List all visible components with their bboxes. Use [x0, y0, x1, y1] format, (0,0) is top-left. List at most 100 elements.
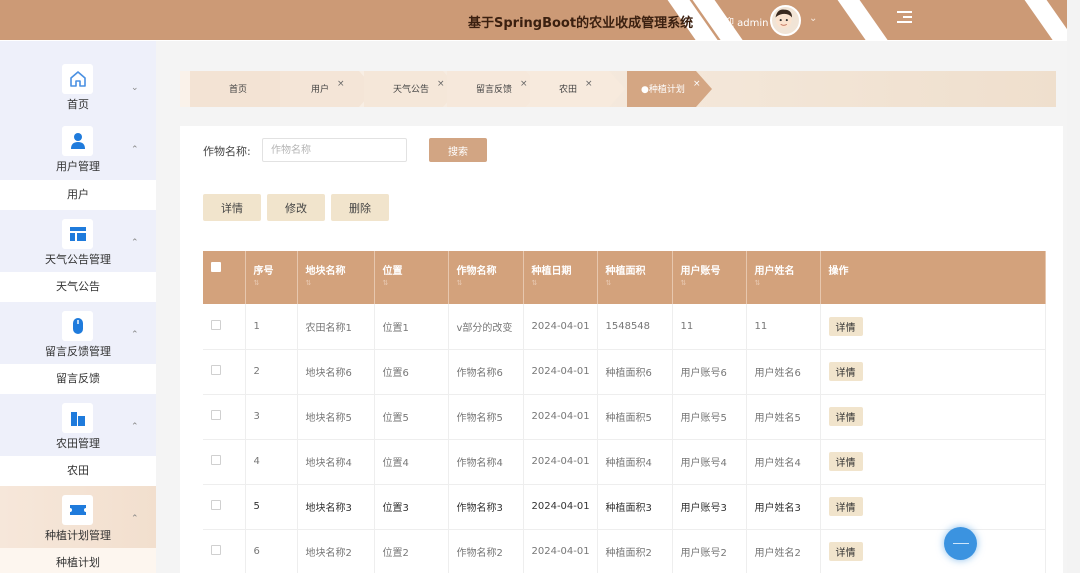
table-row[interactable]: 1 农田名称1 位置1 v部分的改变 2024-04-01 1548548 11…	[203, 304, 1046, 350]
row-checkbox[interactable]	[211, 545, 221, 555]
sidebar-item-user-management[interactable]: 用户管理 ⌃	[0, 117, 156, 186]
crop-name-search-input[interactable]	[262, 138, 407, 162]
table-cell: 作物名称4	[448, 439, 524, 485]
row-detail-button[interactable]: 详情	[828, 316, 863, 336]
user-chevron-down-icon[interactable]: ⌄	[809, 13, 817, 24]
table-cell: 2024-04-01	[523, 529, 598, 573]
sidebar-item-planting-management[interactable]: 种植计划管理 ⌃	[0, 486, 156, 555]
sidebar-subitem-farmland[interactable]: 农田	[0, 456, 156, 486]
chevron-up-icon: ⌃	[131, 330, 139, 340]
column-header[interactable]: 种植面积 ⇅	[597, 251, 673, 304]
table-cell: 5	[245, 484, 298, 530]
row-checkbox[interactable]	[211, 410, 221, 420]
row-checkbox[interactable]	[211, 500, 221, 510]
table-row[interactable]: 6 地块名称2 位置2 作物名称2 2024-04-01 种植面积2 用户账号2…	[203, 529, 1046, 573]
table-cell: 用户账号5	[672, 394, 747, 440]
tab-label: 用户	[311, 85, 330, 95]
table-cell: 作物名称2	[448, 529, 524, 573]
table-header-row: 序号 ⇅ 地块名称 ⇅ 位置 ⇅ 作物名称 ⇅ 种植日期 ⇅ 种植面积 ⇅ 用户账号 ⇅ 用户…	[203, 251, 1046, 304]
row-detail-button[interactable]: 详情	[828, 407, 863, 426]
row-checkbox[interactable]	[211, 455, 221, 465]
sort-icon[interactable]: ⇅	[681, 279, 738, 287]
ticket-icon	[62, 495, 93, 525]
search-button[interactable]: 搜索	[429, 138, 487, 162]
sort-icon[interactable]: ⇅	[383, 279, 440, 287]
sort-icon[interactable]: ⇅	[254, 279, 289, 287]
table-cell: 2	[245, 349, 298, 395]
sidebar-subitem-user[interactable]: 用户	[0, 180, 156, 210]
table-cell: 6	[245, 529, 298, 573]
row-checkbox[interactable]	[211, 319, 221, 330]
table-row[interactable]: 3 地块名称5 位置5 作物名称5 2024-04-01 种植面积5 用户账号5…	[203, 394, 1046, 440]
sidebar-item-weather-management[interactable]: 天气公告管理 ⌃	[0, 210, 156, 279]
row-checkbox[interactable]	[211, 365, 221, 375]
sidebar-subitem-planting[interactable]: 种植计划	[0, 548, 156, 573]
table-cell: 用户账号3	[672, 484, 747, 530]
menu-toggle-icon[interactable]	[897, 11, 912, 25]
table-cell: 用户姓名5	[746, 394, 821, 440]
layout-icon	[62, 219, 93, 249]
close-icon[interactable]: ×	[520, 79, 528, 89]
sort-icon[interactable]: ⇅	[532, 279, 589, 287]
close-icon[interactable]: ×	[337, 79, 345, 89]
chevron-up-icon: ⌃	[131, 238, 139, 248]
scrollbar-track[interactable]	[1067, 0, 1080, 573]
table-cell: 用户账号2	[672, 529, 747, 573]
table-cell: 地块名称5	[297, 394, 375, 440]
row-detail-button[interactable]: 详情	[828, 362, 863, 381]
sort-icon[interactable]: ⇅	[755, 279, 812, 287]
table-cell: 种植面积2	[597, 529, 673, 573]
sidebar-item-feedback-management[interactable]: 留言反馈管理 ⌃	[0, 302, 156, 371]
tab-label: 农田	[559, 85, 578, 95]
table-cell: 种植面积4	[597, 439, 673, 485]
delete-button[interactable]: 删除	[331, 194, 389, 221]
sidebar-item-farmland-management[interactable]: 农田管理 ⌃	[0, 394, 156, 463]
table-cell: 地块名称6	[297, 349, 375, 395]
header-stripe	[833, 0, 895, 40]
column-header: 操作	[820, 251, 1046, 304]
tab-farmland[interactable]	[530, 71, 625, 107]
row-detail-button[interactable]: 详情	[828, 452, 863, 471]
table-cell: 11	[746, 304, 821, 350]
select-all-checkbox[interactable]	[211, 262, 221, 272]
table-row[interactable]: 5 地块名称3 位置3 作物名称3 2024-04-01 种植面积3 用户账号3…	[203, 484, 1046, 530]
table-row[interactable]: 2 地块名称6 位置6 作物名称6 2024-04-01 种植面积6 用户账号6…	[203, 349, 1046, 395]
table-cell: 用户姓名4	[746, 439, 821, 485]
user-avatar[interactable]	[770, 5, 801, 36]
row-detail-button[interactable]: 详情	[828, 542, 863, 561]
close-icon[interactable]: ×	[437, 79, 445, 89]
table-cell: 农田名称1	[297, 304, 375, 350]
column-header[interactable]: 用户姓名 ⇅	[746, 251, 821, 304]
edit-button[interactable]: 修改	[267, 194, 325, 221]
table-cell: 2024-04-01	[523, 484, 598, 530]
close-icon[interactable]: ×	[693, 79, 701, 89]
chevron-up-icon: ⌃	[131, 422, 139, 432]
column-header[interactable]: 作物名称 ⇅	[448, 251, 524, 304]
table-cell: 位置5	[374, 394, 449, 440]
table-cell: 2024-04-01	[523, 394, 598, 440]
sidebar-subitem-weather[interactable]: 天气公告	[0, 272, 156, 302]
column-header[interactable]: 位置 ⇅	[374, 251, 449, 304]
chevron-down-icon: ⌄	[131, 83, 139, 93]
sidebar-item-label: 用户管理	[56, 160, 100, 173]
column-header[interactable]: 用户账号 ⇅	[672, 251, 747, 304]
column-header[interactable]: 种植日期 ⇅	[523, 251, 598, 304]
sidebar-subitem-feedback[interactable]: 留言反馈	[0, 364, 156, 394]
detail-button[interactable]: 详情	[203, 194, 261, 221]
column-header[interactable]: 序号 ⇅	[245, 251, 298, 304]
header-stripe	[1020, 0, 1067, 40]
sort-icon[interactable]: ⇅	[306, 279, 366, 287]
sidebar-item-home[interactable]: 首页 ⌄	[0, 55, 156, 124]
table-row[interactable]: 4 地块名称4 位置4 作物名称4 2024-04-01 种植面积4 用户账号4…	[203, 439, 1046, 485]
table-cell: 用户姓名6	[746, 349, 821, 395]
table-cell: v部分的改变	[448, 304, 524, 350]
sidebar-item-label: 天气公告管理	[45, 253, 111, 266]
sort-icon[interactable]: ⇅	[606, 279, 664, 287]
close-icon[interactable]: ×	[585, 79, 593, 89]
floating-action-button[interactable]	[944, 527, 977, 560]
sort-icon[interactable]: ⇅	[457, 279, 515, 287]
table-cell: 作物名称6	[448, 349, 524, 395]
table-cell: 位置2	[374, 529, 449, 573]
row-detail-button[interactable]: 详情	[828, 497, 863, 516]
column-header[interactable]: 地块名称 ⇅	[297, 251, 375, 304]
